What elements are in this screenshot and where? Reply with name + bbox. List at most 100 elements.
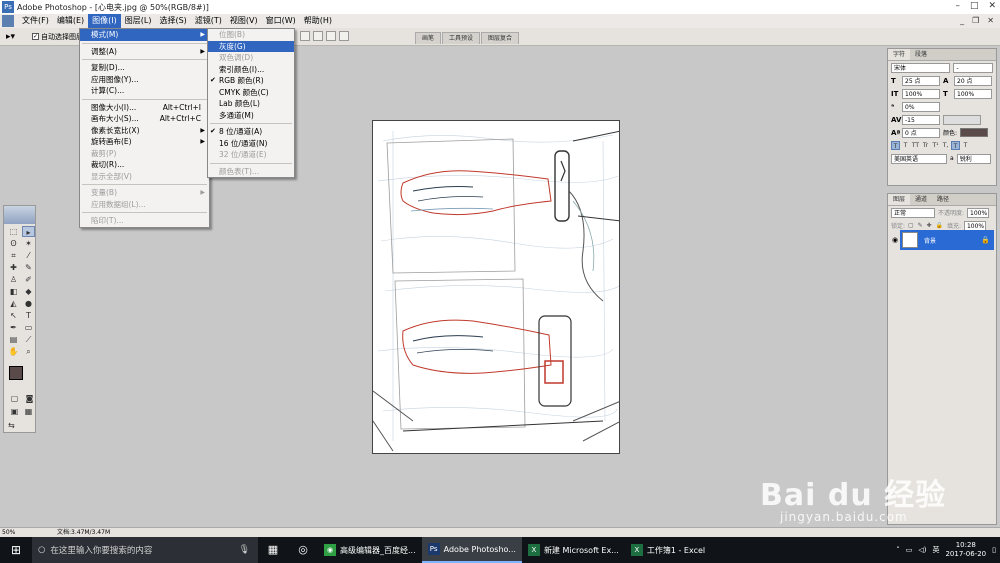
- brush-tool-icon[interactable]: ✎: [22, 262, 35, 273]
- language-select[interactable]: 美国英语: [891, 153, 947, 164]
- notifications-icon[interactable]: ▯: [992, 546, 996, 554]
- history-brush-icon[interactable]: ✐: [22, 274, 35, 285]
- mode-menu-item[interactable]: 16 位/通道(N): [208, 138, 294, 150]
- path-select-icon[interactable]: ↖: [7, 310, 20, 321]
- crop-tool-icon[interactable]: ⌗: [7, 250, 20, 261]
- image-menu-item[interactable]: 图像大小(I)... Alt+Ctrl+I: [80, 102, 209, 114]
- shape-tool-icon[interactable]: ▭: [22, 322, 35, 333]
- menu-filter[interactable]: 滤镜(T): [191, 14, 226, 28]
- tab-tool-presets[interactable]: 工具预设: [442, 32, 481, 44]
- type-tool-icon[interactable]: T: [22, 310, 35, 321]
- antialias-select[interactable]: 锐利: [956, 153, 991, 164]
- image-menu-item[interactable]: 模式(M) ▶: [80, 29, 209, 41]
- mode-menu-item[interactable]: Lab 颜色(L): [208, 98, 294, 110]
- align-bottom-icon[interactable]: [326, 31, 336, 41]
- quickmask-mode-icon[interactable]: ◙: [23, 393, 36, 404]
- superscript-icon[interactable]: T¹: [931, 141, 940, 150]
- pen-tool-icon[interactable]: ✒: [7, 322, 20, 333]
- tab-paths[interactable]: 路径: [932, 194, 954, 205]
- tab-character[interactable]: 字符: [888, 49, 911, 60]
- healing-brush-icon[interactable]: ✚: [7, 262, 20, 273]
- auto-select-checkbox[interactable]: ✓ 自动选择图层: [32, 32, 83, 42]
- faux-italic-icon[interactable]: T: [901, 141, 910, 150]
- layer-row-background[interactable]: ◉ 背景 🔒: [890, 230, 994, 250]
- image-menu-item[interactable]: 复制(D)...: [80, 62, 209, 74]
- image-menu-item[interactable]: 应用图像(Y)...: [80, 74, 209, 86]
- tray-chevron-icon[interactable]: ˄: [896, 546, 900, 554]
- notes-tool-icon[interactable]: ▤: [7, 334, 20, 345]
- menu-window[interactable]: 窗口(W): [262, 14, 300, 28]
- tab-brushes[interactable]: 画笔: [415, 32, 442, 44]
- move-tool-preset-icon[interactable]: ▸▾: [6, 30, 22, 44]
- taskbar-app[interactable]: X 工作簿1 - Excel: [625, 537, 711, 563]
- maximize-icon[interactable]: □: [970, 1, 979, 11]
- opacity-field[interactable]: 100%: [967, 207, 990, 218]
- image-menu-item[interactable]: 像素长宽比(X) ▶: [80, 125, 209, 137]
- mode-menu-item[interactable]: 索引颜色(I)...: [208, 64, 294, 76]
- text-color-swatch[interactable]: [960, 128, 989, 137]
- image-menu-item[interactable]: 调整(A) ▶: [80, 46, 209, 58]
- tab-layers[interactable]: 图层: [888, 194, 911, 205]
- tab-channels[interactable]: 通道: [910, 194, 932, 205]
- zoom-tool-icon[interactable]: ⌕: [22, 346, 35, 357]
- fill-field[interactable]: 100%: [963, 220, 986, 231]
- screen-mode-standard-icon[interactable]: ▣: [8, 406, 21, 417]
- tab-paragraph[interactable]: 段落: [910, 49, 932, 60]
- menu-edit[interactable]: 编辑(E): [53, 14, 88, 28]
- subscript-icon[interactable]: T,: [941, 141, 950, 150]
- toolbox-header[interactable]: [4, 206, 35, 224]
- menu-image[interactable]: 图像(I): [88, 14, 121, 28]
- doc-minimize-icon[interactable]: _: [960, 16, 964, 25]
- imageready-button[interactable]: ⇆: [8, 420, 15, 431]
- slice-tool-icon[interactable]: ⁄: [22, 250, 35, 261]
- kerning-field[interactable]: 0%: [902, 101, 940, 112]
- image-menu-item[interactable]: 计算(C)...: [80, 85, 209, 97]
- close-icon[interactable]: ✕: [988, 1, 996, 11]
- standard-mode-icon[interactable]: ▢: [8, 393, 21, 404]
- volume-icon[interactable]: ◁): [918, 546, 926, 554]
- underline-icon[interactable]: T: [951, 141, 960, 150]
- font-style-select[interactable]: -: [953, 62, 993, 73]
- marquee-tool-icon[interactable]: ⬚: [7, 226, 20, 237]
- small-caps-icon[interactable]: Tr: [921, 141, 930, 150]
- microphone-icon[interactable]: 🎙: [239, 545, 250, 555]
- move-tool-icon[interactable]: ▸: [22, 226, 35, 237]
- document-canvas[interactable]: [372, 120, 620, 454]
- bucket-tool-icon[interactable]: ◆: [22, 286, 35, 297]
- lasso-tool-icon[interactable]: ʘ: [7, 238, 20, 249]
- faux-bold-icon[interactable]: T: [891, 141, 900, 150]
- image-menu-item[interactable]: 裁切(R)...: [80, 159, 209, 171]
- eyedropper-icon[interactable]: ⟋: [22, 334, 35, 345]
- zoom-level[interactable]: 50%: [2, 528, 15, 537]
- stamp-tool-icon[interactable]: ♙: [7, 274, 20, 285]
- vertical-scale-field[interactable]: 100%: [902, 88, 940, 99]
- strikethrough-icon[interactable]: T: [961, 141, 970, 150]
- taskbar-app[interactable]: ◉ 高级编辑器_百度经...: [318, 537, 422, 563]
- windows-start-icon[interactable]: ⊞: [0, 537, 32, 563]
- tab-layer-comps[interactable]: 图层复合: [481, 32, 520, 44]
- leading-field[interactable]: 20 点: [954, 75, 992, 86]
- font-size-field[interactable]: 25 点: [902, 75, 940, 86]
- hand-tool-icon[interactable]: ✋: [7, 346, 20, 357]
- magic-wand-icon[interactable]: ✶: [22, 238, 35, 249]
- menu-file[interactable]: 文件(F): [18, 14, 53, 28]
- taskbar-search[interactable]: ○ 在这里输入你要搜索的内容 🎙: [32, 537, 258, 563]
- mode-menu-item[interactable]: 灰度(G): [208, 40, 294, 52]
- image-menu-item[interactable]: 旋转画布(E) ▶: [80, 136, 209, 148]
- distribute-icon[interactable]: [339, 31, 349, 41]
- network-icon[interactable]: ▭: [906, 546, 913, 554]
- clock[interactable]: 10:28 2017-06-20: [945, 541, 986, 559]
- screen-mode-full-icon[interactable]: ▦: [22, 406, 35, 417]
- mode-menu-item[interactable]: 多通道(M): [208, 110, 294, 122]
- all-caps-icon[interactable]: TT: [911, 141, 920, 150]
- lock-icons[interactable]: ▢ ✎ ✚ 🔒: [908, 222, 944, 229]
- tracking-field[interactable]: -15: [902, 114, 940, 125]
- align-top-icon[interactable]: [300, 31, 310, 41]
- eraser-tool-icon[interactable]: ◧: [7, 286, 20, 297]
- taskbar-app[interactable]: Ps Adobe Photosho...: [421, 537, 522, 563]
- blur-tool-icon[interactable]: ◭: [7, 298, 20, 309]
- font-family-select[interactable]: 宋体: [891, 62, 951, 73]
- baseline-shift-field[interactable]: 0 点: [902, 127, 940, 138]
- mode-menu-item[interactable]: ✔ 8 位/通道(A): [208, 126, 294, 138]
- visibility-eye-icon[interactable]: ◉: [890, 230, 900, 250]
